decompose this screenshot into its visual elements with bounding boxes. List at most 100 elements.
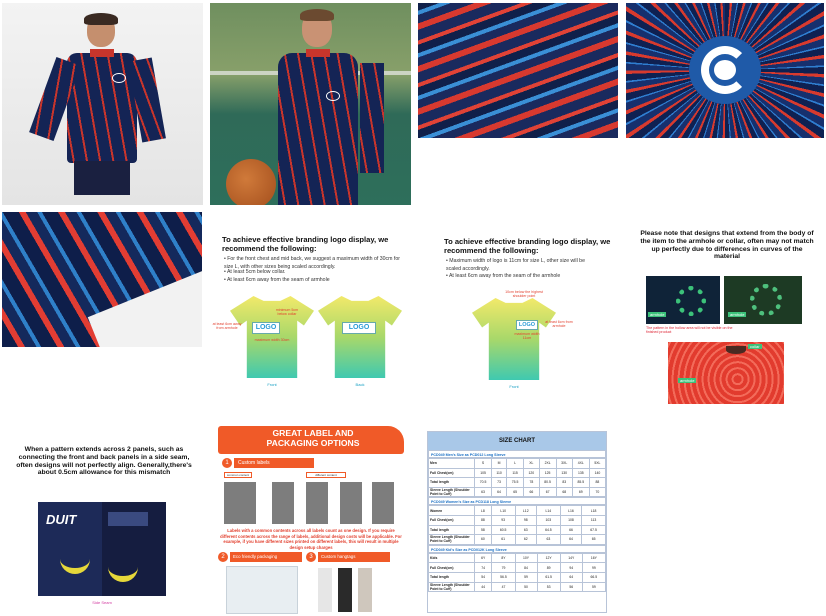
size-cell: 99 <box>581 562 606 573</box>
size-row: Full Chest(cm) 88 93 98 103 108 113 <box>428 514 606 526</box>
size-cell: 12Y <box>536 552 561 564</box>
photo-red-shirt: collar armhole <box>668 342 784 404</box>
labels-explanation: Labels with a common contents across all… <box>220 528 402 551</box>
label-sample <box>224 482 256 524</box>
basketball <box>226 159 276 205</box>
label-armhole: armhole <box>678 378 697 383</box>
size-cell: 16Y <box>581 552 606 564</box>
size-cell: 60 <box>474 534 492 545</box>
step-2-badge: 2 <box>218 552 228 562</box>
photo-fabric-logo[interactable] <box>626 3 824 138</box>
label-armhole: armhole <box>728 312 747 317</box>
size-row-label: Sleeve Length (Shoulder Point to Cuff) <box>428 486 475 498</box>
step-1-badge: 1 <box>222 458 232 468</box>
size-cell: L12 <box>514 505 537 516</box>
size-section-title: PCD049 Women's Size as PCD118 Long Sleev… <box>428 497 606 506</box>
size-row-label: Men <box>428 458 475 469</box>
size-cell: 83 <box>555 477 573 488</box>
size-cell: 6Y <box>473 552 493 564</box>
size-header-row: Men S M L XL 2XL 3XL 4XL 5XL <box>428 458 606 469</box>
size-row-label: Sleeve Length (Shoulder Point to Cuff) <box>428 534 475 545</box>
size-cell: S <box>473 458 493 469</box>
size-row: Full Chest(cm) 105 110 115 120 125 130 135 140 <box>428 467 606 479</box>
size-cell: 80.5 <box>538 477 557 488</box>
size-cell: 69 <box>571 486 590 498</box>
size-cell: 65 <box>581 534 606 545</box>
size-cell: 44 <box>473 581 493 593</box>
step-1-label: Custom labels <box>234 458 314 468</box>
design-note-panel: Please note that designs that extend fro… <box>626 222 824 407</box>
size-cell: L <box>506 458 525 469</box>
size-row-label: Sleeve Length (Shoulder Point to Cuff) <box>428 581 475 593</box>
guide-bullet-2: • At least 5cm below collar. <box>224 269 286 275</box>
guide-heading: To achieve effective branding logo displ… <box>444 237 611 255</box>
note-below-collar: minimum 5cm below collar <box>275 308 299 317</box>
size-row-label: Total length <box>428 524 475 536</box>
label-sample <box>306 482 328 524</box>
side-seam-panel: When a pattern extends across 2 panels, … <box>2 440 204 616</box>
photo-model-basketball[interactable] <box>210 3 411 205</box>
label-collar: collar <box>748 344 762 349</box>
size-chart: SIZE CHART PCD049 Men's Size as PCD012 L… <box>427 431 607 613</box>
size-cell: 78 <box>523 477 540 488</box>
size-cell: XL <box>523 458 540 469</box>
size-cell: 59 <box>514 571 538 583</box>
photo-fabric-closeup[interactable] <box>2 212 202 347</box>
jersey-collar <box>306 49 330 57</box>
common-content-tag: common content <box>224 472 252 478</box>
step-3-badge: 3 <box>306 552 316 562</box>
label-front: Front <box>267 382 277 387</box>
size-section-title: PCD049 Kid's Size as PCD012K Long Sleeve <box>428 544 606 553</box>
logo-guide-panel-1: To achieve effective branding logo displ… <box>210 230 410 395</box>
size-cell: L8 <box>474 505 492 516</box>
photo-side-seam: DUIT <box>38 502 166 596</box>
size-cell: 10Y <box>514 552 538 564</box>
size-row: Full Chest(cm) 74 79 84 89 94 99 <box>428 562 606 573</box>
size-cell: 50 <box>514 581 538 593</box>
note-width: maximum width 11cm <box>514 332 540 341</box>
note-shoulder: 10cm below the highest shoulder point <box>505 290 543 299</box>
size-cell: L18 <box>581 505 606 516</box>
size-cell: 120 <box>523 467 540 479</box>
size-cell: 74 <box>473 562 493 573</box>
size-cell: 58 <box>474 524 492 536</box>
size-cell: 110 <box>491 467 508 479</box>
photo-fabric-stripes[interactable] <box>418 3 618 138</box>
packaging-title-bar: GREAT LABEL AND PACKAGING OPTIONS <box>218 426 404 454</box>
size-cell: 88 <box>588 477 606 488</box>
photo-armhole-1: armhole <box>646 276 720 324</box>
packaging-panel: GREAT LABEL AND PACKAGING OPTIONS 1 Cust… <box>212 424 408 616</box>
size-header-row: Women L8 L10 L12 L14 L16 L18 <box>428 505 606 516</box>
size-row: Sleeve Length (Shoulder Point to Cuff) 44… <box>428 581 606 593</box>
logo-center <box>714 60 736 80</box>
size-header-row: Kids 6Y 8Y 10Y 12Y 14Y 16Y <box>428 552 606 564</box>
shorts <box>74 161 130 195</box>
label-sample <box>372 482 394 524</box>
logo-placeholder-back: LOGO <box>342 322 376 334</box>
size-cell: 115 <box>506 467 525 479</box>
size-cell: 62 <box>514 534 537 545</box>
photo-model-running[interactable] <box>2 3 203 205</box>
model-hair <box>300 9 334 21</box>
fabric-pattern <box>418 3 618 138</box>
size-cell: 53 <box>536 581 561 593</box>
size-cell: 66 <box>559 524 583 536</box>
note-max-width: maximum width 30cm <box>254 338 290 342</box>
step-3-label: Custom hangtags <box>318 552 390 562</box>
size-cell: L16 <box>559 505 583 516</box>
size-section-title: PCD049 Men's Size as PCD012 Long Sleeve <box>428 450 606 458</box>
size-cell: 108 <box>559 514 583 526</box>
size-cell: 94 <box>559 562 583 573</box>
size-cell: 67.5 <box>581 524 606 536</box>
note-heading: Please note that designs that extend fro… <box>640 230 814 261</box>
size-cell: 60.5 <box>490 524 516 536</box>
size-cell: 54 <box>473 571 493 583</box>
size-cell: M <box>491 458 508 469</box>
size-row: Total length 70.5 73 75.5 78 80.5 83 85.5 88 <box>428 477 606 488</box>
size-cell: 75.5 <box>506 477 525 488</box>
size-cell: 64 <box>559 571 583 583</box>
size-cell: 66 <box>523 486 540 498</box>
label-front: Front <box>509 384 519 389</box>
brand-logo-icon <box>112 73 126 83</box>
jersey-sleeve <box>360 63 384 173</box>
